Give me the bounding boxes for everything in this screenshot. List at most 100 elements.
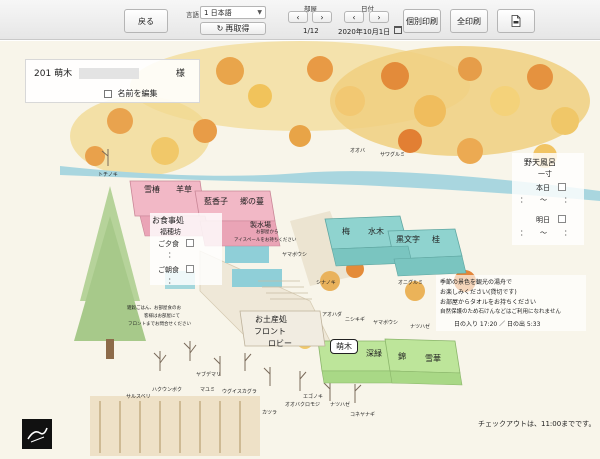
tree-label: エゴノキ xyxy=(303,394,324,400)
notice-line-1: 季節の景色を観光の湯舟で xyxy=(440,279,513,286)
building-label-hitsujigusa[interactable]: 羊草 xyxy=(176,184,192,195)
today-end-sep: ： xyxy=(564,196,571,204)
building-label-aikoushi[interactable]: 藍香子 xyxy=(204,196,228,207)
meal-note-1: 雑穀ごはん、お部屋食のお xyxy=(127,306,181,311)
breakfast-label: ご朝食 xyxy=(158,266,179,274)
building-label-satonotsuru[interactable]: 郷の蔓 xyxy=(240,196,264,207)
building-label-mizuki[interactable]: 水木 xyxy=(368,226,384,237)
map-illustration xyxy=(0,41,600,459)
tree-label: ニシキギ xyxy=(345,317,366,323)
dinner-time-sep: ： xyxy=(168,251,175,259)
open-bath-title: 野天風呂 xyxy=(524,158,556,167)
tomorrow-label: 明日 xyxy=(536,216,550,224)
tree-label: カツラ xyxy=(262,410,278,416)
room-number: 201 xyxy=(34,69,52,79)
print-all-button[interactable]: 全印刷 xyxy=(450,9,488,33)
today-range: 〜 xyxy=(540,196,547,204)
chevron-right-icon: › xyxy=(377,12,381,22)
tree-label: コネヤナギ xyxy=(350,412,376,418)
building-label-ume[interactable]: 梅 xyxy=(342,226,350,237)
tomorrow-checkbox[interactable] xyxy=(558,215,566,223)
guest-name-masked xyxy=(78,68,139,79)
tree-label: ウグイスカグラ xyxy=(222,389,257,395)
meal-title: お食事処 xyxy=(152,216,184,225)
back-label: 戻る xyxy=(138,16,154,26)
calendar-icon[interactable] xyxy=(394,26,402,34)
breakfast-checkbox[interactable] xyxy=(186,265,194,273)
date-next-button[interactable]: › xyxy=(369,11,389,23)
today-checkbox[interactable] xyxy=(558,183,566,191)
building-label-moegi[interactable]: 萌木 xyxy=(330,339,358,354)
tree-label: ヤブデマリ xyxy=(196,372,222,378)
tree-label: ハクウンボク xyxy=(152,387,183,393)
language-label: 言語 xyxy=(186,11,199,19)
chevron-right-icon: › xyxy=(320,12,324,22)
chevron-down-icon: ▼ xyxy=(257,9,262,16)
building-label-nishiki[interactable]: 錦 xyxy=(398,351,406,362)
meal-venue: 福穂坊 xyxy=(160,228,181,236)
reload-button[interactable]: ↻ 再取得 xyxy=(200,22,266,35)
tree-label: ナツハゼ xyxy=(410,324,431,330)
checkout-note: チェックアウトは、11:00までです。 xyxy=(478,420,596,428)
today-label: 本日 xyxy=(536,184,550,192)
tree-label: アオハダ xyxy=(322,312,343,318)
pdf-button[interactable] xyxy=(497,9,535,33)
tree-label: サルスベリ xyxy=(126,394,151,400)
language-value: 1 日本語 xyxy=(204,8,232,17)
tree-label: ヤマボウシ xyxy=(373,320,399,326)
date-prev-button[interactable]: ‹ xyxy=(344,11,364,23)
seikei-note-2: アイスペールをお持ちください xyxy=(234,238,297,243)
notice-panel: 季節の景色を観光の湯舟で お楽しみください(貸切です) お部屋からタオルをお持ち… xyxy=(436,275,586,331)
sunrise-sunset: 日の入り 17:20 ／ 日の出 5:33 xyxy=(454,321,541,328)
reload-icon: ↻ xyxy=(216,24,224,33)
guest-name-line: 201 萌木 様 xyxy=(34,66,185,79)
building-label-yukitsubaki[interactable]: 雪椿 xyxy=(144,184,160,195)
tomorrow-range: 〜 xyxy=(540,229,547,237)
date-value[interactable]: 2020年10月1日 xyxy=(338,27,390,37)
breakfast-time-sep: ： xyxy=(168,277,175,285)
facility-front: フロント xyxy=(254,327,286,336)
facility-souvenir: お土産処 xyxy=(255,315,287,324)
print-all-label: 全印刷 xyxy=(457,16,481,26)
dinner-checkbox[interactable] xyxy=(186,239,194,247)
guest-panel: 201 萌木 様 名前を編集 xyxy=(25,59,200,103)
logo-icon xyxy=(22,419,52,449)
meal-note-3: フロントまでお問合せください xyxy=(128,322,191,327)
meal-panel: お食事処 福穂坊 ご夕食 ： ご朝食 ： xyxy=(150,213,222,285)
edit-name-checkbox[interactable] xyxy=(104,89,112,98)
building-label-yukihana[interactable]: 雪華 xyxy=(425,353,441,364)
back-button[interactable]: 戻る xyxy=(124,9,168,33)
seikei-note-1: お部屋から xyxy=(256,230,279,235)
facility-lobby: ロビー xyxy=(268,339,292,348)
chevron-left-icon: ‹ xyxy=(296,12,300,22)
building-label-katsura[interactable]: 桂 xyxy=(432,234,440,245)
tree-label: オニグルミ xyxy=(398,280,424,286)
room-name: 萌木 xyxy=(54,69,73,79)
notice-line-4: 自然保護のため石けんなどはご利用になれません xyxy=(440,309,561,315)
language-select[interactable]: 1 日本語 ▼ xyxy=(200,6,266,19)
resort-map: 201 萌木 様 名前を編集 雪椿 羊草 藍香子 郷の蔓 梅 水木 黒文字 桂 … xyxy=(0,41,600,459)
pdf-icon xyxy=(511,15,521,27)
honorific: 様 xyxy=(175,69,185,79)
edit-name-option[interactable]: 名前を編集 xyxy=(104,88,158,99)
chevron-left-icon: ‹ xyxy=(352,12,356,22)
notice-line-3: お部屋からタオルをお持ちください xyxy=(440,299,537,306)
reload-label: 再取得 xyxy=(225,24,250,33)
today-start-sep: ： xyxy=(520,196,527,204)
building-label-kuromoji[interactable]: 黒文字 xyxy=(396,234,420,245)
building-label-shinryoku[interactable]: 深緑 xyxy=(366,348,382,359)
tree-label: オオバクロモジ xyxy=(285,402,321,408)
tomorrow-start-sep: ： xyxy=(520,229,527,237)
tomorrow-end-sep: ： xyxy=(564,229,571,237)
print-single-button[interactable]: 個別印刷 xyxy=(403,9,441,33)
room-next-button[interactable]: › xyxy=(312,11,332,23)
tree-label: ナツハゼ xyxy=(330,402,351,408)
toolbar: 戻る 言語 1 日本語 ▼ ↻ 再取得 部屋 ‹ › 1/12 日付 ‹ › 2… xyxy=(0,0,600,40)
tree-label: サワグルミ xyxy=(380,152,406,158)
dinner-label: ご夕食 xyxy=(158,240,179,248)
room-prev-button[interactable]: ‹ xyxy=(288,11,308,23)
tree-label: シナノキ xyxy=(316,280,336,286)
boardwalk xyxy=(90,396,260,456)
open-bath-name: 一寸 xyxy=(538,170,552,178)
room-page: 1/12 xyxy=(303,27,319,35)
